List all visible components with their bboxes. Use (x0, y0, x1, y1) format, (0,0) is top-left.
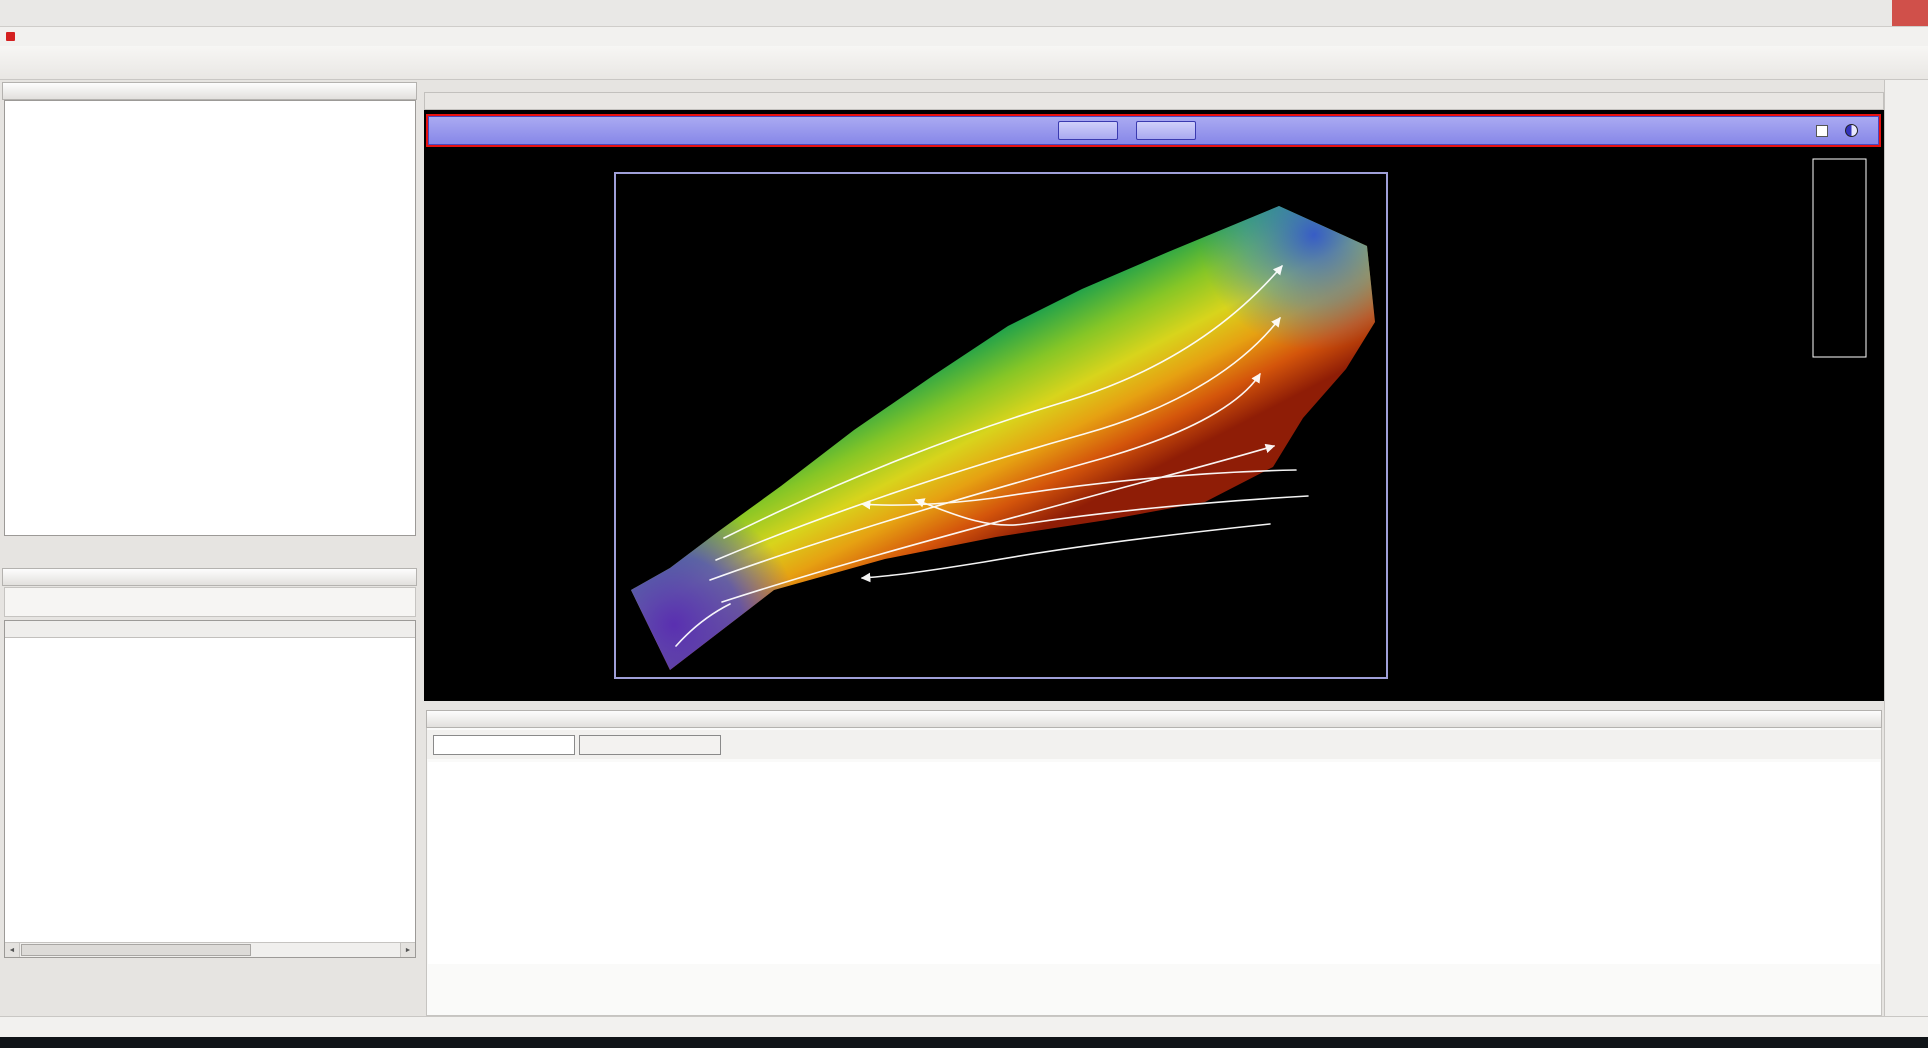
time-series-toolbar (427, 730, 1881, 759)
scroll-left-icon[interactable]: ◄ (5, 943, 20, 957)
app-icon (6, 32, 15, 41)
window-controls (1820, 0, 1928, 26)
windows-taskbar[interactable] (0, 1037, 1928, 1048)
left-dock-column: ◄ ► (0, 80, 421, 1016)
scroll-right-icon[interactable]: ► (400, 943, 415, 957)
titlebar (0, 0, 1928, 27)
right-toolbar (1884, 80, 1928, 1016)
horizontal-scrollbar[interactable]: ◄ ► (5, 942, 415, 957)
status-bar (0, 1016, 1928, 1037)
job-activity-table: ◄ ► (4, 620, 416, 958)
scene-3d-view[interactable] (424, 110, 1884, 701)
station-select[interactable] (579, 735, 721, 755)
time-series-header (426, 710, 1882, 728)
close-button[interactable] (1892, 0, 1928, 26)
overview-box (1813, 159, 1866, 357)
workspace: ◄ ► (0, 80, 1928, 1016)
job-activity-toolbar (4, 587, 416, 617)
contrast-icon[interactable] (1845, 124, 1858, 137)
job-activity-header (2, 568, 417, 586)
no-button[interactable] (1136, 121, 1196, 140)
scrollbar-thumb[interactable] (21, 944, 251, 956)
menu-bar (0, 27, 1928, 46)
bathymetry-render (424, 110, 1884, 701)
qimera-window: ◄ ► (0, 0, 1928, 1048)
project-sources-tree (4, 100, 416, 536)
maximize-button[interactable] (1856, 0, 1892, 26)
minimize-button[interactable] (1820, 0, 1856, 26)
job-activity-table-header (5, 621, 415, 638)
main-toolbar (0, 46, 1928, 80)
yes-button[interactable] (1058, 121, 1118, 140)
tide-chart[interactable] (428, 762, 1880, 964)
notification-bar (428, 116, 1879, 145)
project-sources-header (2, 82, 417, 100)
dont-ask-checkbox[interactable] (1816, 125, 1828, 137)
series-type-select[interactable] (433, 735, 575, 755)
reprocess-notification (426, 114, 1881, 147)
scene-view-title (424, 92, 1884, 110)
